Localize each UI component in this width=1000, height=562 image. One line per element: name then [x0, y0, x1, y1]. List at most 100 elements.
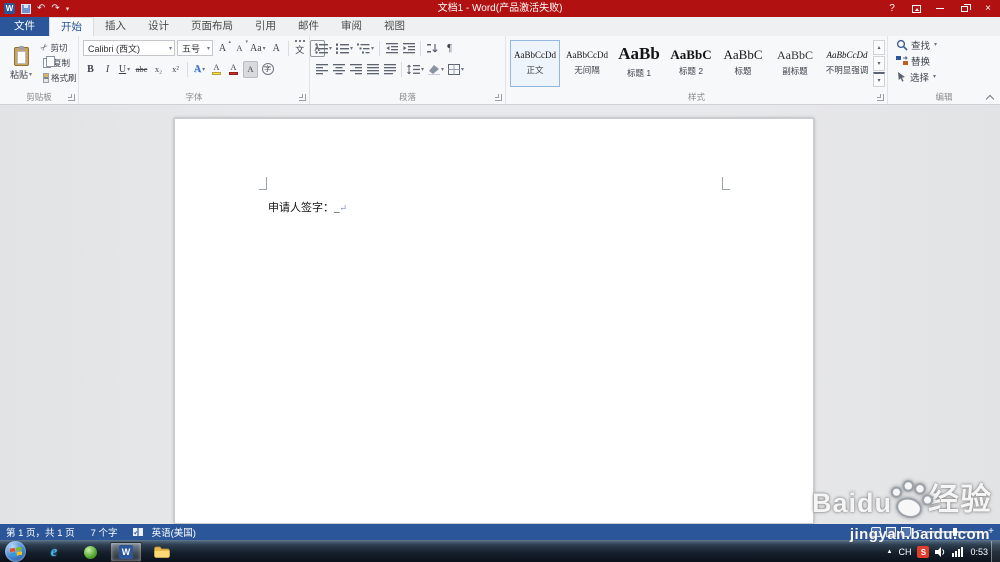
read-mode-button[interactable]: [871, 527, 882, 537]
superscript-button[interactable]: x²: [168, 61, 183, 78]
underline-button[interactable]: U ▾: [117, 61, 132, 78]
style-no-spacing[interactable]: AaBbCcDd 无间隔: [562, 40, 612, 87]
styles-dialog-launcher[interactable]: [877, 94, 884, 101]
numbered-list-button[interactable]: ▾: [335, 40, 354, 57]
language-indicator[interactable]: 英语(美国): [152, 525, 196, 539]
proofing-status-icon[interactable]: [132, 527, 144, 537]
replace-button[interactable]: 替换: [888, 53, 1000, 68]
taskbar-word-button[interactable]: W: [110, 542, 142, 562]
zoom-out-button[interactable]: −: [916, 527, 922, 537]
zoom-in-button[interactable]: +: [988, 527, 994, 537]
tab-page-layout[interactable]: 页面布局: [180, 17, 244, 36]
zoom-slider[interactable]: [927, 528, 984, 536]
document-page[interactable]: 申请人签字：_↵: [174, 118, 814, 524]
taskbar-explorer-button[interactable]: [146, 542, 178, 562]
style-gallery-down-button[interactable]: ▾: [873, 56, 885, 71]
undo-button[interactable]: ↶: [37, 3, 45, 14]
style-subtle-emphasis[interactable]: AaBbCcDd 不明显强调: [822, 40, 872, 87]
phonetic-guide-button[interactable]: 文: [293, 40, 308, 57]
show-formatting-marks-button[interactable]: ¶: [442, 40, 457, 57]
volume-icon[interactable]: [935, 547, 946, 557]
character-shading-button[interactable]: A: [243, 60, 258, 78]
align-center-button[interactable]: [331, 61, 346, 78]
grow-font-button[interactable]: A ▴: [215, 39, 231, 57]
ribbon-display-options-button[interactable]: [904, 0, 928, 17]
cut-button[interactable]: ✂ 剪切: [38, 40, 78, 55]
network-icon[interactable]: [952, 547, 964, 557]
close-button[interactable]: ×: [976, 0, 1000, 17]
style-gallery-up-button[interactable]: ▴: [873, 40, 885, 55]
change-case-button[interactable]: Aa ▾: [249, 40, 267, 57]
sogou-input-icon[interactable]: S: [917, 546, 930, 558]
tab-mailings[interactable]: 邮件: [287, 17, 330, 36]
find-button[interactable]: 查找 ▾: [888, 37, 1000, 52]
align-left-button[interactable]: [314, 61, 329, 78]
style-gallery-more-button[interactable]: ▾: [873, 72, 885, 87]
italic-button[interactable]: I: [100, 61, 115, 78]
font-color-button[interactable]: A: [226, 61, 241, 78]
restore-button[interactable]: [952, 0, 976, 17]
print-layout-button[interactable]: [886, 527, 897, 537]
strikethrough-button[interactable]: abc: [134, 61, 149, 78]
increase-indent-button[interactable]: [401, 40, 416, 57]
subscript-button[interactable]: x₂: [151, 61, 166, 78]
font-name-combo[interactable]: Calibri (西文) ▾: [83, 40, 175, 56]
help-button[interactable]: ?: [880, 0, 904, 17]
bold-button[interactable]: B: [83, 61, 98, 78]
show-desktop-button[interactable]: [991, 541, 1000, 562]
clear-formatting-button[interactable]: A: [269, 40, 284, 57]
clipboard-dialog-launcher[interactable]: [68, 94, 75, 101]
sort-button[interactable]: [425, 40, 440, 57]
borders-button[interactable]: ▾: [447, 61, 465, 78]
separator: [379, 40, 381, 56]
tab-review[interactable]: 审阅: [330, 17, 373, 36]
style-heading-1[interactable]: AaBb 标题 1: [614, 40, 664, 87]
style-gallery: AaBbCcDd 正文 AaBbCcDd 无间隔 AaBb 标题 1 AaBbC 标题 …: [510, 40, 872, 87]
tab-design[interactable]: 设计: [137, 17, 180, 36]
font-size-combo[interactable]: 五号 ▾: [177, 40, 213, 56]
style-title[interactable]: AaBbC 标题: [718, 40, 768, 87]
style-heading-2[interactable]: AaBbC 标题 2: [666, 40, 716, 87]
shrink-font-button[interactable]: A ▾: [232, 39, 248, 57]
word-count[interactable]: 7 个字: [91, 525, 118, 539]
highlight-color-button[interactable]: A: [209, 61, 224, 78]
save-button[interactable]: [21, 3, 31, 14]
font-dialog-launcher[interactable]: [299, 94, 306, 101]
paste-button[interactable]: 粘贴 ▾: [3, 39, 39, 89]
tab-file[interactable]: 文件: [0, 17, 49, 36]
start-button[interactable]: [5, 541, 26, 562]
shading-button[interactable]: ▾: [427, 61, 445, 78]
tab-insert[interactable]: 插入: [94, 17, 137, 36]
copy-button[interactable]: 复制: [41, 55, 78, 70]
zoom-slider-thumb[interactable]: [953, 528, 958, 536]
style-subtitle[interactable]: AaBbC 副标题: [770, 40, 820, 87]
taskbar-app2-button[interactable]: [74, 542, 106, 562]
minimize-button[interactable]: [928, 0, 952, 17]
taskbar-clock[interactable]: 0:53: [970, 547, 988, 557]
document-text-line[interactable]: 申请人签字：_↵: [268, 199, 347, 215]
redo-button[interactable]: ↷: [51, 3, 59, 14]
tab-home[interactable]: 开始: [49, 17, 94, 36]
style-normal[interactable]: AaBbCcDd 正文: [510, 40, 560, 87]
language-badge[interactable]: CH: [898, 547, 911, 557]
align-right-button[interactable]: [348, 61, 363, 78]
tab-view[interactable]: 视图: [373, 17, 416, 36]
multilevel-list-button[interactable]: ▾: [356, 40, 375, 57]
page-indicator[interactable]: 第 1 页，共 1 页: [6, 525, 75, 539]
qat-customize-button[interactable]: ▾: [66, 5, 70, 13]
select-button[interactable]: 选择 ▾: [888, 69, 1000, 84]
justify-button[interactable]: [365, 61, 380, 78]
line-spacing-button[interactable]: ▾: [406, 61, 425, 78]
show-hidden-icons-button[interactable]: ▲: [887, 549, 893, 555]
enclose-characters-button[interactable]: 字: [260, 61, 275, 78]
distribute-button[interactable]: [382, 61, 397, 78]
bullet-list-button[interactable]: ▾: [314, 40, 333, 57]
paragraph-dialog-launcher[interactable]: [495, 94, 502, 101]
collapse-ribbon-button[interactable]: [986, 93, 994, 101]
web-layout-button[interactable]: [901, 527, 912, 537]
decrease-indent-button[interactable]: [384, 40, 399, 57]
tab-references[interactable]: 引用: [244, 17, 287, 36]
format-painter-button[interactable]: 格式刷: [41, 70, 78, 85]
text-effects-button[interactable]: A ▾: [192, 61, 207, 78]
taskbar-ie-button[interactable]: e: [38, 542, 70, 562]
